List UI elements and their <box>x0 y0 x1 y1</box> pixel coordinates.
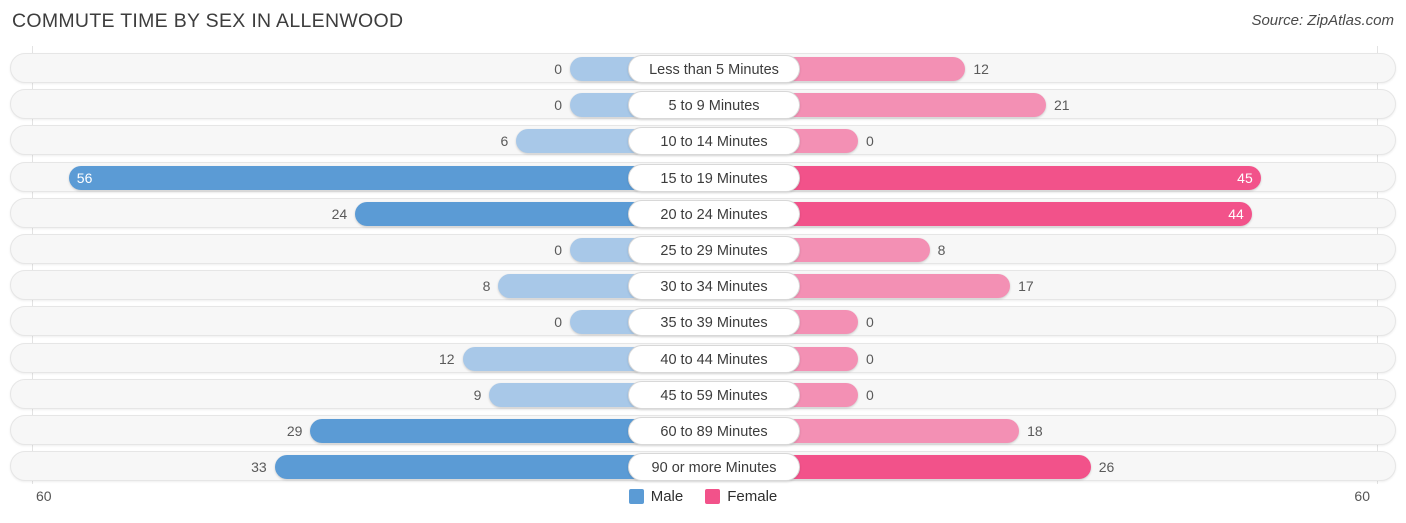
value-label-male: 0 <box>554 97 562 114</box>
table-row[interactable]: 0 21 5 to 9 Minutes <box>10 89 1396 120</box>
chart-footer: 60 60 Male Female <box>0 484 1406 523</box>
value-label-male: 12 <box>439 350 455 367</box>
category-label: 60 to 89 Minutes <box>628 417 800 445</box>
table-row[interactable]: 56 45 15 to 19 Minutes <box>10 161 1396 192</box>
table-row[interactable]: 33 26 90 or more Minutes <box>10 451 1396 482</box>
table-row[interactable]: 9 0 45 to 59 Minutes <box>10 378 1396 409</box>
table-row[interactable]: 0 0 35 to 39 Minutes <box>10 306 1396 337</box>
bar-female[interactable] <box>780 165 1261 190</box>
value-label-female: 8 <box>937 242 946 258</box>
value-label-male: 29 <box>286 423 303 439</box>
value-label-female: 17 <box>1018 278 1034 295</box>
bar-male[interactable] <box>68 165 648 190</box>
legend-label-female: Female <box>727 488 778 505</box>
chart-legend: Male Female <box>0 488 1406 505</box>
table-row[interactable]: 12 0 40 to 44 Minutes <box>10 342 1396 373</box>
legend-item-male[interactable]: Male <box>628 488 684 505</box>
table-row[interactable]: 24 44 20 to 24 Minutes <box>10 197 1396 228</box>
value-label-female: 44 <box>1228 205 1244 222</box>
chart-plot-area: 0 12 Less than 5 Minutes 0 21 5 to 9 Minutes 6… <box>0 46 1406 484</box>
source-attribution: Source: ZipAtlas.com <box>1251 12 1394 29</box>
value-label-female: 18 <box>1027 423 1043 439</box>
bar-male[interactable] <box>462 346 648 371</box>
legend-item-female[interactable]: Female <box>705 488 777 505</box>
bar-male[interactable] <box>274 455 648 480</box>
value-label-female: 0 <box>866 386 874 403</box>
category-label: 5 to 9 Minutes <box>628 91 800 120</box>
bar-male[interactable] <box>489 382 648 407</box>
value-label-female: 12 <box>973 61 989 77</box>
value-label-male: 8 <box>482 278 491 295</box>
bar-male[interactable] <box>498 274 648 299</box>
value-label-male: 0 <box>554 314 562 331</box>
chart-header: COMMUTE TIME BY SEX IN ALLENWOOD Source:… <box>0 0 1406 46</box>
legend-swatch-female-icon <box>705 489 721 504</box>
value-label-male: 24 <box>331 205 348 222</box>
bar-female[interactable] <box>780 419 1020 443</box>
category-label: 40 to 44 Minutes <box>628 344 800 373</box>
value-label-male: 56 <box>76 169 93 186</box>
category-label: 10 to 14 Minutes <box>628 127 800 156</box>
bar-female[interactable] <box>780 93 1046 118</box>
value-label-female: 45 <box>1237 169 1253 186</box>
value-label-male: 6 <box>500 133 509 150</box>
table-row[interactable]: 0 8 25 to 29 Minutes <box>10 234 1396 264</box>
table-row[interactable]: 8 17 30 to 34 Minutes <box>10 270 1396 301</box>
table-row[interactable]: 29 18 60 to 89 Minutes <box>10 415 1396 445</box>
value-label-male: 33 <box>251 459 267 476</box>
category-label: 20 to 24 Minutes <box>628 199 800 228</box>
category-label: 30 to 34 Minutes <box>628 272 800 301</box>
category-label: 15 to 19 Minutes <box>628 163 800 192</box>
table-row[interactable]: 6 0 10 to 14 Minutes <box>10 125 1396 156</box>
value-label-male: 9 <box>473 386 482 403</box>
page-title: COMMUTE TIME BY SEX IN ALLENWOOD <box>12 10 404 32</box>
table-row[interactable]: 0 12 Less than 5 Minutes <box>10 53 1396 83</box>
value-label-male: 0 <box>554 61 562 77</box>
category-label: Less than 5 Minutes <box>628 55 800 83</box>
value-label-female: 0 <box>866 350 874 367</box>
bar-female[interactable] <box>780 57 966 81</box>
value-label-male: 0 <box>554 242 562 258</box>
category-label: 45 to 59 Minutes <box>628 380 800 409</box>
category-label: 90 or more Minutes <box>628 453 800 482</box>
bar-male[interactable] <box>355 201 648 226</box>
value-label-female: 26 <box>1098 459 1115 476</box>
category-label: 35 to 39 Minutes <box>628 308 800 337</box>
legend-swatch-male-icon <box>628 489 644 504</box>
value-label-female: 0 <box>866 314 874 331</box>
value-label-female: 21 <box>1053 97 1070 114</box>
value-label-female: 0 <box>866 133 874 150</box>
bar-female[interactable] <box>780 201 1252 226</box>
category-label: 25 to 29 Minutes <box>628 236 800 264</box>
bar-female[interactable] <box>780 455 1091 480</box>
bar-female[interactable] <box>780 274 1011 299</box>
bar-female[interactable] <box>780 238 930 262</box>
legend-label-male: Male <box>650 488 684 505</box>
bar-male[interactable] <box>310 419 648 443</box>
